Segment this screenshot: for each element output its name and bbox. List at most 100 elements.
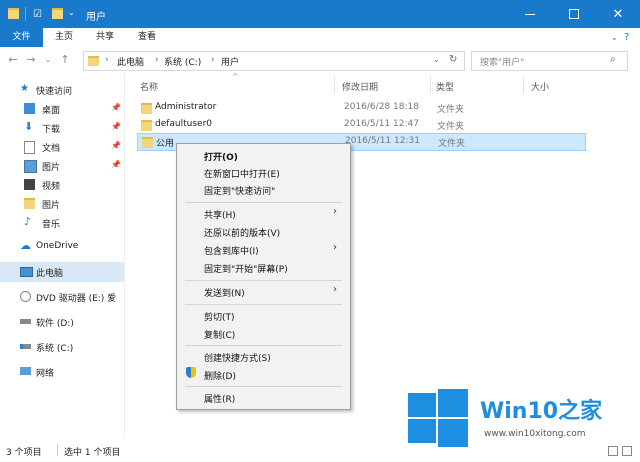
forward-arrow-icon[interactable]: →: [24, 53, 38, 67]
sidebar-item-dvd[interactable]: DVD 驱动器 (E:) 爱: [0, 288, 124, 306]
table-row[interactable]: Administrator 2016/6/28 18:18 文件夹: [137, 100, 584, 116]
large-icons-view-icon[interactable]: [622, 446, 632, 456]
sidebar-item-music[interactable]: ♪ 音乐: [0, 214, 124, 232]
menu-item-copy[interactable]: 复制(C): [204, 328, 235, 341]
sidebar-item-label: 图片: [42, 201, 61, 211]
star-icon: ★: [20, 83, 29, 94]
sidebar-item-this-pc[interactable]: 此电脑: [0, 262, 124, 282]
search-icon[interactable]: ⌕: [610, 54, 616, 65]
new-folder-icon[interactable]: [52, 8, 63, 19]
tab-view[interactable]: 查看: [138, 28, 156, 47]
sidebar-item-pictures-folder[interactable]: 图片: [0, 195, 124, 213]
folder-icon: [142, 137, 153, 148]
sidebar-item-videos[interactable]: 视频: [0, 176, 124, 194]
navigation-pane: ★ 快速访问 桌面 📌 ⬇ 下载 📌 文档 📌 图片 📌 视频 图片 ♪ 音乐 …: [0, 73, 125, 438]
column-header-date[interactable]: 修改日期: [342, 80, 378, 93]
desktop-icon: [24, 103, 35, 114]
up-arrow-icon[interactable]: ↑: [58, 53, 72, 67]
sidebar-item-label: 系统 (C:): [36, 344, 74, 354]
folder-icon: [88, 56, 99, 66]
menu-separator: [185, 304, 342, 305]
sidebar-item-quick-access[interactable]: ★ 快速访问: [0, 81, 124, 99]
column-header-type[interactable]: 类型: [436, 80, 454, 93]
computer-icon: [20, 267, 33, 277]
ribbon-expand-icon[interactable]: ⌄: [611, 28, 618, 47]
back-arrow-icon[interactable]: ←: [6, 53, 20, 67]
menu-item-open-new-window[interactable]: 在新窗口中打开(E): [204, 167, 280, 180]
column-divider[interactable]: [523, 76, 524, 94]
search-placeholder: 搜索"用户": [480, 58, 525, 68]
watermark-brand: Win10之家: [480, 399, 603, 424]
menu-item-pin-quick-access[interactable]: 固定到"快速访问": [204, 184, 275, 197]
menu-item-open[interactable]: 打开(O): [204, 150, 238, 163]
submenu-arrow-icon: ›: [333, 206, 337, 217]
menu-separator: [185, 386, 342, 387]
search-input[interactable]: 搜索"用户" ⌕: [471, 51, 628, 71]
sidebar-item-onedrive[interactable]: ☁ OneDrive: [0, 238, 124, 256]
column-header-size[interactable]: 大小: [531, 80, 549, 93]
video-icon: [24, 179, 35, 190]
menu-item-include-library[interactable]: 包含到库中(I): [204, 244, 259, 257]
chevron-right-icon[interactable]: ›: [105, 55, 109, 65]
breadcrumb-users[interactable]: 用户: [221, 55, 239, 68]
recent-locations-icon[interactable]: ⌄: [41, 53, 55, 67]
breadcrumb-system-c[interactable]: 系统 (C:): [164, 55, 201, 68]
minimize-button[interactable]: [508, 0, 552, 28]
sidebar-item-downloads[interactable]: ⬇ 下载 📌: [0, 119, 124, 137]
menu-item-send-to[interactable]: 发送到(N): [204, 286, 245, 299]
column-divider[interactable]: [334, 76, 335, 94]
sidebar-item-desktop[interactable]: 桌面 📌: [0, 100, 124, 118]
menu-item-restore-versions[interactable]: 还原以前的版本(V): [204, 226, 280, 239]
file-type: 文件夹: [437, 122, 465, 132]
maximize-button[interactable]: [552, 0, 596, 28]
help-icon[interactable]: ?: [624, 28, 629, 47]
properties-check-icon[interactable]: ☑: [33, 9, 44, 20]
chevron-right-icon[interactable]: ›: [155, 55, 159, 65]
address-dropdown-icon[interactable]: ⌄: [433, 55, 440, 64]
windows-logo-icon: [408, 389, 468, 449]
status-divider: [57, 444, 58, 456]
submenu-arrow-icon: ›: [333, 284, 337, 295]
ribbon: 文件 主页 共享 查看 ⌄ ?: [0, 28, 640, 48]
file-name: 公用: [156, 139, 175, 149]
refresh-icon[interactable]: ↻: [449, 54, 457, 65]
close-button[interactable]: ✕: [596, 0, 640, 28]
chevron-right-icon[interactable]: ›: [211, 55, 215, 65]
sidebar-item-label: OneDrive: [36, 241, 79, 251]
sidebar-item-network[interactable]: 网络: [0, 363, 124, 381]
column-header-name[interactable]: 名称: [140, 80, 158, 93]
menu-item-share[interactable]: 共享(H): [204, 208, 236, 221]
folder-icon: [8, 8, 19, 19]
file-name: Administrator: [155, 102, 217, 112]
menu-item-cut[interactable]: 剪切(T): [204, 310, 235, 323]
sidebar-item-documents[interactable]: 文档 📌: [0, 138, 124, 156]
qa-dropdown-icon[interactable]: ⌄: [68, 8, 79, 19]
menu-item-properties[interactable]: 属性(R): [204, 392, 235, 405]
menu-item-delete[interactable]: 删除(D): [204, 369, 236, 382]
sidebar-item-drive-c[interactable]: 系统 (C:): [0, 338, 124, 356]
sidebar-item-label: 快速访问: [36, 87, 73, 97]
details-view-icon[interactable]: [608, 446, 618, 456]
tab-share[interactable]: 共享: [96, 28, 114, 47]
music-note-icon: ♪: [24, 215, 32, 228]
sidebar-item-label: 下载: [42, 125, 61, 135]
sidebar-item-pictures[interactable]: 图片 📌: [0, 157, 124, 175]
folder-icon: [24, 198, 35, 209]
file-date: 2016/5/11 12:31: [345, 136, 420, 146]
sidebar-scrollbar[interactable]: [114, 73, 122, 438]
tab-file[interactable]: 文件: [0, 28, 43, 47]
address-bar[interactable]: › 此电脑 › 系统 (C:) › 用户 ⌄ ↻: [83, 51, 465, 71]
sidebar-item-label: 软件 (D:): [36, 319, 74, 329]
tab-home[interactable]: 主页: [55, 28, 73, 47]
sidebar-item-label: 桌面: [42, 106, 61, 116]
menu-item-create-shortcut[interactable]: 创建快捷方式(S): [204, 351, 271, 364]
sidebar-item-label: 文档: [42, 144, 61, 154]
column-divider[interactable]: [430, 76, 431, 94]
sidebar-item-drive-d[interactable]: 软件 (D:): [0, 313, 124, 331]
menu-item-pin-start[interactable]: 固定到"开始"屏幕(P): [204, 262, 288, 275]
selection-count: 选中 1 个项目: [64, 448, 121, 458]
folder-icon: [141, 120, 152, 131]
breadcrumb-this-pc[interactable]: 此电脑: [117, 55, 144, 68]
folder-icon: [141, 103, 152, 114]
table-row[interactable]: defaultuser0 2016/5/11 12:47 文件夹: [137, 117, 584, 133]
